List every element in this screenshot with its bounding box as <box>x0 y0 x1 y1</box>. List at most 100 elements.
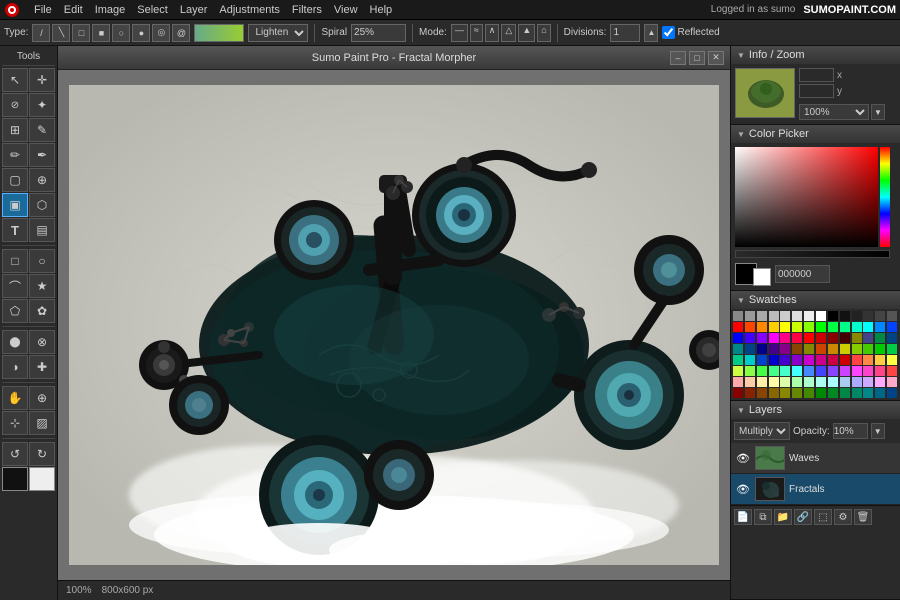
swatch-item[interactable] <box>852 355 862 365</box>
swatch-item[interactable] <box>828 311 838 321</box>
swatch-item[interactable] <box>804 388 814 398</box>
swatch-item[interactable] <box>863 366 873 376</box>
info-zoom-header[interactable]: ▼ Info / Zoom <box>731 46 900 64</box>
swatch-item[interactable] <box>757 377 767 387</box>
mask-layer-btn[interactable]: ⬚ <box>814 509 832 525</box>
swatch-item[interactable] <box>840 322 850 332</box>
swatch-item[interactable] <box>840 344 850 354</box>
reflected-checkbox[interactable] <box>662 26 675 39</box>
swatch-item[interactable] <box>757 366 767 376</box>
swatch-item[interactable] <box>852 333 862 343</box>
swatch-item[interactable] <box>887 344 897 354</box>
swatch-item[interactable] <box>745 388 755 398</box>
swatch-item[interactable] <box>804 344 814 354</box>
type-btn-4[interactable]: ■ <box>92 24 110 42</box>
swatch-item[interactable] <box>875 322 885 332</box>
menu-select[interactable]: Select <box>131 0 174 20</box>
swatch-item[interactable] <box>792 377 802 387</box>
swatch-item[interactable] <box>757 333 767 343</box>
tool-gradient[interactable]: ▤ <box>29 218 55 242</box>
tool-pencil[interactable]: ✒ <box>29 143 55 167</box>
swatch-item[interactable] <box>757 355 767 365</box>
color-picker-header[interactable]: ▼ Color Picker <box>731 125 900 143</box>
swatch-item[interactable] <box>757 388 767 398</box>
swatch-item[interactable] <box>828 333 838 343</box>
tool-redo[interactable]: ↻ <box>29 442 55 466</box>
swatch-item[interactable] <box>840 366 850 376</box>
swatch-item[interactable] <box>863 322 873 332</box>
canvas-close[interactable]: ✕ <box>708 51 724 65</box>
swatch-item[interactable] <box>887 311 897 321</box>
swatch-item[interactable] <box>840 355 850 365</box>
swatch-item[interactable] <box>887 355 897 365</box>
tool-eraser[interactable]: ▢ <box>2 168 28 192</box>
divisions-up[interactable]: ▲ <box>644 24 658 42</box>
swatch-item[interactable] <box>769 344 779 354</box>
tool-dodge[interactable]: ◑ <box>2 355 28 379</box>
swatch-item[interactable] <box>816 311 826 321</box>
x-coord-input[interactable] <box>799 68 834 82</box>
tool-measure[interactable]: ⊹ <box>2 411 28 435</box>
swatch-item[interactable] <box>840 333 850 343</box>
mode-btn-6[interactable]: ⌂ <box>537 24 550 42</box>
swatch-item[interactable] <box>745 322 755 332</box>
new-layer-btn[interactable]: 📄 <box>734 509 752 525</box>
swatch-item[interactable] <box>780 322 790 332</box>
swatch-item[interactable] <box>733 322 743 332</box>
swatch-item[interactable] <box>745 333 755 343</box>
swatch-item[interactable] <box>769 322 779 332</box>
swatch-item[interactable] <box>769 366 779 376</box>
swatch-item[interactable] <box>757 311 767 321</box>
swatch-item[interactable] <box>792 333 802 343</box>
type-btn-5[interactable]: ○ <box>112 24 130 42</box>
swatch-item[interactable] <box>780 311 790 321</box>
menu-adjustments[interactable]: Adjustments <box>213 0 286 20</box>
zoom-select[interactable]: 100%50%200% <box>799 104 869 120</box>
swatch-item[interactable] <box>852 388 862 398</box>
swatch-item[interactable] <box>863 377 873 387</box>
mode-btn-2[interactable]: ≈ <box>470 24 483 42</box>
type-btn-1[interactable]: / <box>32 24 50 42</box>
tool-undo[interactable]: ↺ <box>2 442 28 466</box>
swatch-item[interactable] <box>875 366 885 376</box>
swatch-item[interactable] <box>816 333 826 343</box>
swatch-item[interactable] <box>816 322 826 332</box>
swatch-item[interactable] <box>887 322 897 332</box>
tool-rectangle-select[interactable]: ▣ <box>2 193 28 217</box>
settings-layer-btn[interactable]: ⚙ <box>834 509 852 525</box>
swatch-item[interactable] <box>804 311 814 321</box>
swatch-item[interactable] <box>733 377 743 387</box>
swatch-item[interactable] <box>863 355 873 365</box>
divisions-input[interactable] <box>610 24 640 42</box>
swatch-item[interactable] <box>840 388 850 398</box>
tool-arrow[interactable]: ↖ <box>2 68 28 92</box>
swatch-item[interactable] <box>769 311 779 321</box>
layer-item-fractals[interactable]: 👁 Fractals <box>731 474 900 505</box>
color-hex-input[interactable]: 000000 <box>775 265 830 283</box>
swatch-item[interactable] <box>875 333 885 343</box>
swatch-item[interactable] <box>792 355 802 365</box>
swatch-item[interactable] <box>816 377 826 387</box>
swatch-item[interactable] <box>769 388 779 398</box>
swatch-item[interactable] <box>828 355 838 365</box>
swatch-item[interactable] <box>828 366 838 376</box>
type-btn-2[interactable]: ╲ <box>52 24 70 42</box>
swatch-item[interactable] <box>863 388 873 398</box>
tool-hand[interactable]: ✋ <box>2 386 28 410</box>
swatch-item[interactable] <box>780 366 790 376</box>
zoom-dropdown-btn[interactable]: ▼ <box>871 104 885 120</box>
mode-btn-1[interactable]: — <box>451 24 468 42</box>
swatch-item[interactable] <box>863 344 873 354</box>
swatch-item[interactable] <box>792 311 802 321</box>
canvas-minimize[interactable]: – <box>670 51 686 65</box>
type-btn-3[interactable]: □ <box>72 24 90 42</box>
layer-eye-fractals[interactable]: 👁 <box>735 482 751 496</box>
tool-polygon[interactable]: ⬠ <box>2 299 28 323</box>
swatches-header[interactable]: ▼ Swatches <box>731 291 900 309</box>
menu-edit[interactable]: Edit <box>58 0 89 20</box>
blend-mode-select[interactable]: LightenNormalMultiplyScreen <box>248 24 308 42</box>
swatch-item[interactable] <box>875 344 885 354</box>
opacity-dropdown[interactable]: ▼ <box>871 423 885 439</box>
swatch-item[interactable] <box>780 355 790 365</box>
swatch-item[interactable] <box>792 388 802 398</box>
